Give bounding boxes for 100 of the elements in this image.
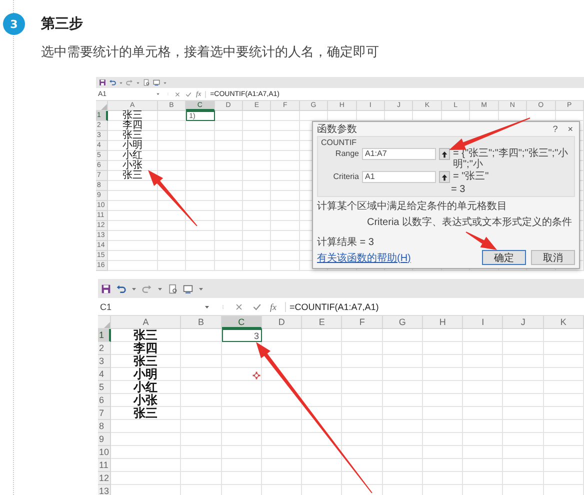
empty-cell [186,231,215,241]
empty-cell [382,420,423,433]
check-icon[interactable] [252,302,262,312]
row-number[interactable]: 10 [98,446,111,459]
empty-cell [342,355,383,368]
empty-cell [186,241,215,251]
empty-cell [181,420,222,433]
empty-cell [222,394,262,407]
arrow [466,232,497,250]
collapse-button[interactable] [439,148,450,160]
empty-cell [242,181,272,191]
caret-icon[interactable] [204,304,210,310]
empty-cell [181,342,222,355]
empty-cell [503,368,544,381]
empty-cell [158,261,186,271]
empty-cell [342,433,383,446]
input-field[interactable]: A1:A7 [362,148,436,160]
check-icon[interactable] [185,90,192,98]
close-button[interactable]: × [566,124,575,134]
empty-cell [382,342,423,355]
caret-icon[interactable] [163,80,167,84]
empty-cell [214,231,243,241]
arrow [148,170,198,226]
active-cell[interactable]: 3 [222,329,262,342]
row-number[interactable]: 9 [98,433,111,446]
empty-cell [186,251,215,261]
column-header[interactable]: D [262,316,302,329]
empty-cell [214,261,243,271]
empty-cell [242,191,272,201]
empty-cell [181,459,222,472]
argument-description: Criteria 以数字、表达式或文本形式定义的条件 [366,216,574,229]
caret-icon[interactable] [131,286,137,292]
name-box[interactable]: C1 [98,302,212,312]
row-number[interactable]: 7 [98,407,111,420]
column-header[interactable]: F [342,316,383,329]
table-cell: 李四 [111,342,182,355]
row-number[interactable]: 2 [98,342,111,355]
empty-cell [382,394,423,407]
column-header[interactable]: H [422,316,464,329]
cancel-icon[interactable] [234,302,244,312]
redo-icon[interactable] [142,284,152,294]
column-header[interactable]: I [463,316,504,329]
column-header[interactable]: C [222,316,262,329]
input-field[interactable]: A1 [362,171,436,183]
empty-cell [463,368,504,381]
help-button[interactable]: ? [550,124,560,134]
empty-cell [422,446,464,459]
column-header[interactable]: B [181,316,222,329]
ok-button[interactable]: 确定 [482,250,526,265]
caret-icon[interactable] [198,286,204,292]
table-cell: 张三 [111,329,182,342]
row-number[interactable]: 6 [98,394,111,407]
caret-icon[interactable] [119,80,123,84]
row-number[interactable]: 3 [98,355,111,368]
empty-cell [382,433,423,446]
row-number[interactable]: 13 [98,485,111,495]
empty-cell [214,211,243,221]
empty-cell [382,381,423,394]
cancel-icon[interactable] [174,90,181,98]
formula-field[interactable]: =COUNTIF(A1:A7,A1) [284,302,584,312]
empty-cell [302,342,342,355]
column-header[interactable]: J [503,316,544,329]
monitor-icon[interactable] [153,79,160,86]
caret-icon[interactable] [156,92,160,96]
undo-icon[interactable] [116,284,126,294]
caret-icon[interactable] [136,80,140,84]
print-preview-icon[interactable] [143,79,150,86]
column-header[interactable]: A [111,316,182,329]
row-number[interactable]: 1 [98,329,111,342]
row-number[interactable]: 4 [98,368,111,381]
cancel-button[interactable]: 取消 [531,250,575,265]
empty-cell [186,131,215,141]
row-number[interactable]: 5 [98,381,111,394]
undo-icon[interactable] [109,79,116,86]
empty-cell [503,394,544,407]
print-preview-icon[interactable] [168,284,178,294]
insert-function-button[interactable]: fx [270,302,276,312]
row-number[interactable]: 11 [98,459,111,472]
column-header[interactable]: E [302,316,342,329]
row-number[interactable]: 12 [98,472,111,485]
empty-cell [463,329,504,342]
empty-cell [544,368,584,381]
column-header[interactable]: G [382,316,423,329]
table-cell: 张三 [111,407,182,420]
help-link[interactable]: 有关该函数的帮助(H) [317,250,477,264]
save-icon[interactable] [101,284,111,294]
caret-icon[interactable] [157,286,163,292]
column-header[interactable]: K [544,316,584,329]
row-number[interactable]: 8 [98,420,111,433]
empty-cell [214,221,243,231]
save-icon[interactable] [99,79,106,86]
empty-cell [544,459,584,472]
empty-cell [544,342,584,355]
empty-cell [181,472,222,485]
monitor-icon[interactable] [183,284,193,294]
empty-cell [544,407,584,420]
redo-icon[interactable] [126,79,133,86]
empty-cell [422,355,464,368]
collapse-button[interactable] [439,171,450,183]
up-arrow-icon [441,174,448,180]
